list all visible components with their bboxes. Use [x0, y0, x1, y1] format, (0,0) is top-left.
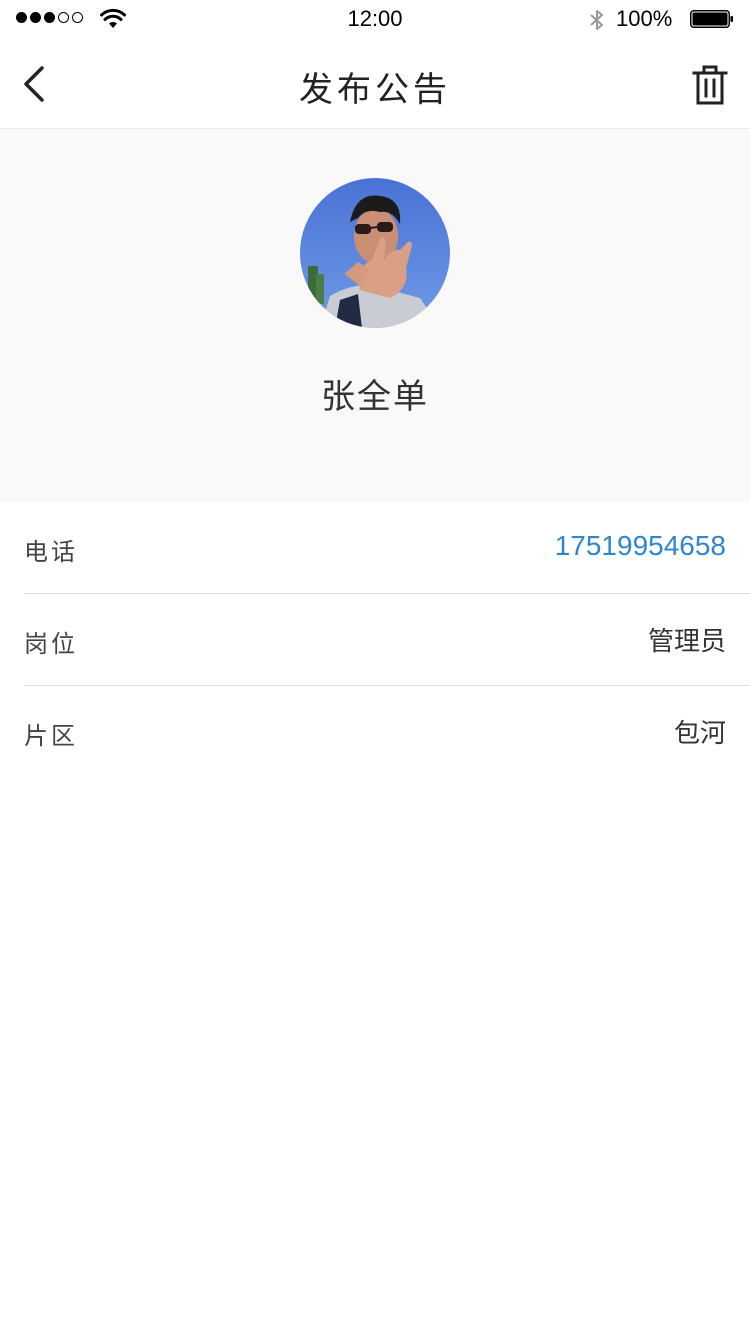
battery-icon [690, 10, 733, 28]
trash-icon [692, 65, 728, 105]
phone-number-link[interactable]: 17519954658 [555, 530, 726, 562]
info-row-district: 片区 包河 [24, 686, 750, 777]
info-value: 管理员 [647, 627, 726, 657]
info-label: 岗位 [24, 630, 78, 658]
profile-name: 张全单 [321, 377, 429, 417]
info-value: 包河 [673, 719, 726, 749]
info-label: 电话 [24, 538, 78, 566]
info-row-position: 岗位 管理员 [24, 594, 750, 686]
page-title: 发布公告 [299, 70, 451, 110]
profile-header: 张全单 [0, 129, 750, 502]
info-row-phone: 电话 17519954658 [24, 502, 750, 594]
status-bar: 12:00 100% [0, 0, 750, 40]
avatar[interactable] [300, 178, 450, 328]
battery-fill [692, 12, 728, 26]
info-list: 电话 17519954658 岗位 管理员 片区 包河 [0, 502, 750, 777]
navigation-bar: 发布公告 [0, 40, 750, 129]
delete-button[interactable] [690, 64, 730, 106]
info-label: 片区 [24, 722, 78, 750]
battery-percent: 100% [616, 6, 673, 31]
bluetooth-icon [590, 10, 603, 30]
